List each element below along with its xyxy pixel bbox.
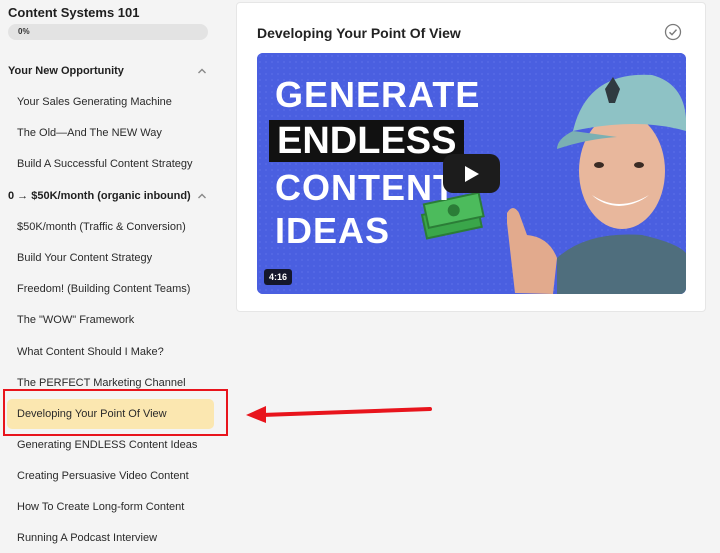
- lesson-label: Build A Successful Content Strategy: [17, 158, 193, 170]
- lesson-label: Your Sales Generating Machine: [17, 96, 172, 108]
- progress-label: 0%: [18, 27, 30, 36]
- annotation-highlight-box: [3, 389, 228, 436]
- section-header-organic-inbound[interactable]: 0 → $50K/month (organic inbound): [0, 186, 215, 206]
- course-sidebar: Content Systems 101 0% Your New Opportun…: [0, 0, 228, 553]
- lesson-item[interactable]: Your Sales Generating Machine: [7, 87, 214, 117]
- lesson-label: The PERFECT Marketing Channel: [17, 377, 186, 389]
- thumbnail-text-box: ENDLESS: [269, 120, 465, 162]
- section-header-your-new-opportunity[interactable]: Your New Opportunity: [0, 61, 215, 81]
- video-duration: 4:16: [264, 269, 293, 285]
- lesson-item[interactable]: Freedom! (Building Content Teams): [7, 274, 214, 304]
- chevron-up-icon[interactable]: [196, 65, 208, 77]
- lesson-item[interactable]: How To Create Long-form Content: [7, 492, 214, 522]
- lesson-label: What Content Should I Make?: [17, 346, 164, 358]
- lesson-label: Running A Podcast Interview: [17, 532, 158, 544]
- lesson-label: Build Your Content Strategy: [17, 252, 153, 264]
- video-player[interactable]: GENERATE ENDLESS CONTENT IDEAS 4:16: [257, 53, 686, 294]
- lesson-label: Generating ENDLESS Content Ideas: [17, 439, 198, 451]
- lesson-label: Freedom! (Building Content Teams): [17, 283, 191, 295]
- lesson-label: Creating Persuasive Video Content: [17, 470, 189, 482]
- lesson-label: The "WOW" Framework: [17, 314, 135, 326]
- play-button[interactable]: [443, 154, 500, 193]
- lesson-item[interactable]: $50K/month (Traffic & Conversion): [7, 212, 214, 242]
- lesson-item[interactable]: Build A Successful Content Strategy: [7, 149, 214, 179]
- section-title: 0 → $50K/month (organic inbound): [8, 190, 191, 202]
- section-title: Your New Opportunity: [8, 65, 124, 77]
- lesson-item[interactable]: Creating Persuasive Video Content: [7, 461, 214, 491]
- course-progress-bar: 0%: [8, 24, 208, 40]
- lesson-label: How To Create Long-form Content: [17, 501, 185, 513]
- play-icon: [465, 166, 479, 182]
- lesson-item[interactable]: The Old—And The NEW Way: [7, 118, 214, 148]
- lesson-card: Developing Your Point Of View GENERATE E…: [236, 2, 706, 312]
- lesson-item[interactable]: Running A Podcast Interview: [7, 523, 214, 553]
- thumbnail-text-line: GENERATE: [275, 74, 481, 115]
- lesson-item[interactable]: The "WOW" Framework: [7, 305, 214, 335]
- lesson-title: Developing Your Point Of View: [257, 25, 461, 41]
- lesson-item[interactable]: What Content Should I Make?: [7, 337, 214, 367]
- lesson-item[interactable]: Build Your Content Strategy: [7, 243, 214, 273]
- lesson-label: $50K/month (Traffic & Conversion): [17, 221, 186, 233]
- thumbnail-text-line: IDEAS: [275, 210, 391, 251]
- chevron-up-icon[interactable]: [196, 190, 208, 202]
- lesson-label: The Old—And The NEW Way: [17, 127, 162, 139]
- annotation-arrow: [246, 406, 432, 423]
- check-circle-icon[interactable]: [664, 23, 682, 41]
- thumbnail-text-line: CONTENT: [275, 167, 456, 208]
- course-title: Content Systems 101: [8, 5, 140, 20]
